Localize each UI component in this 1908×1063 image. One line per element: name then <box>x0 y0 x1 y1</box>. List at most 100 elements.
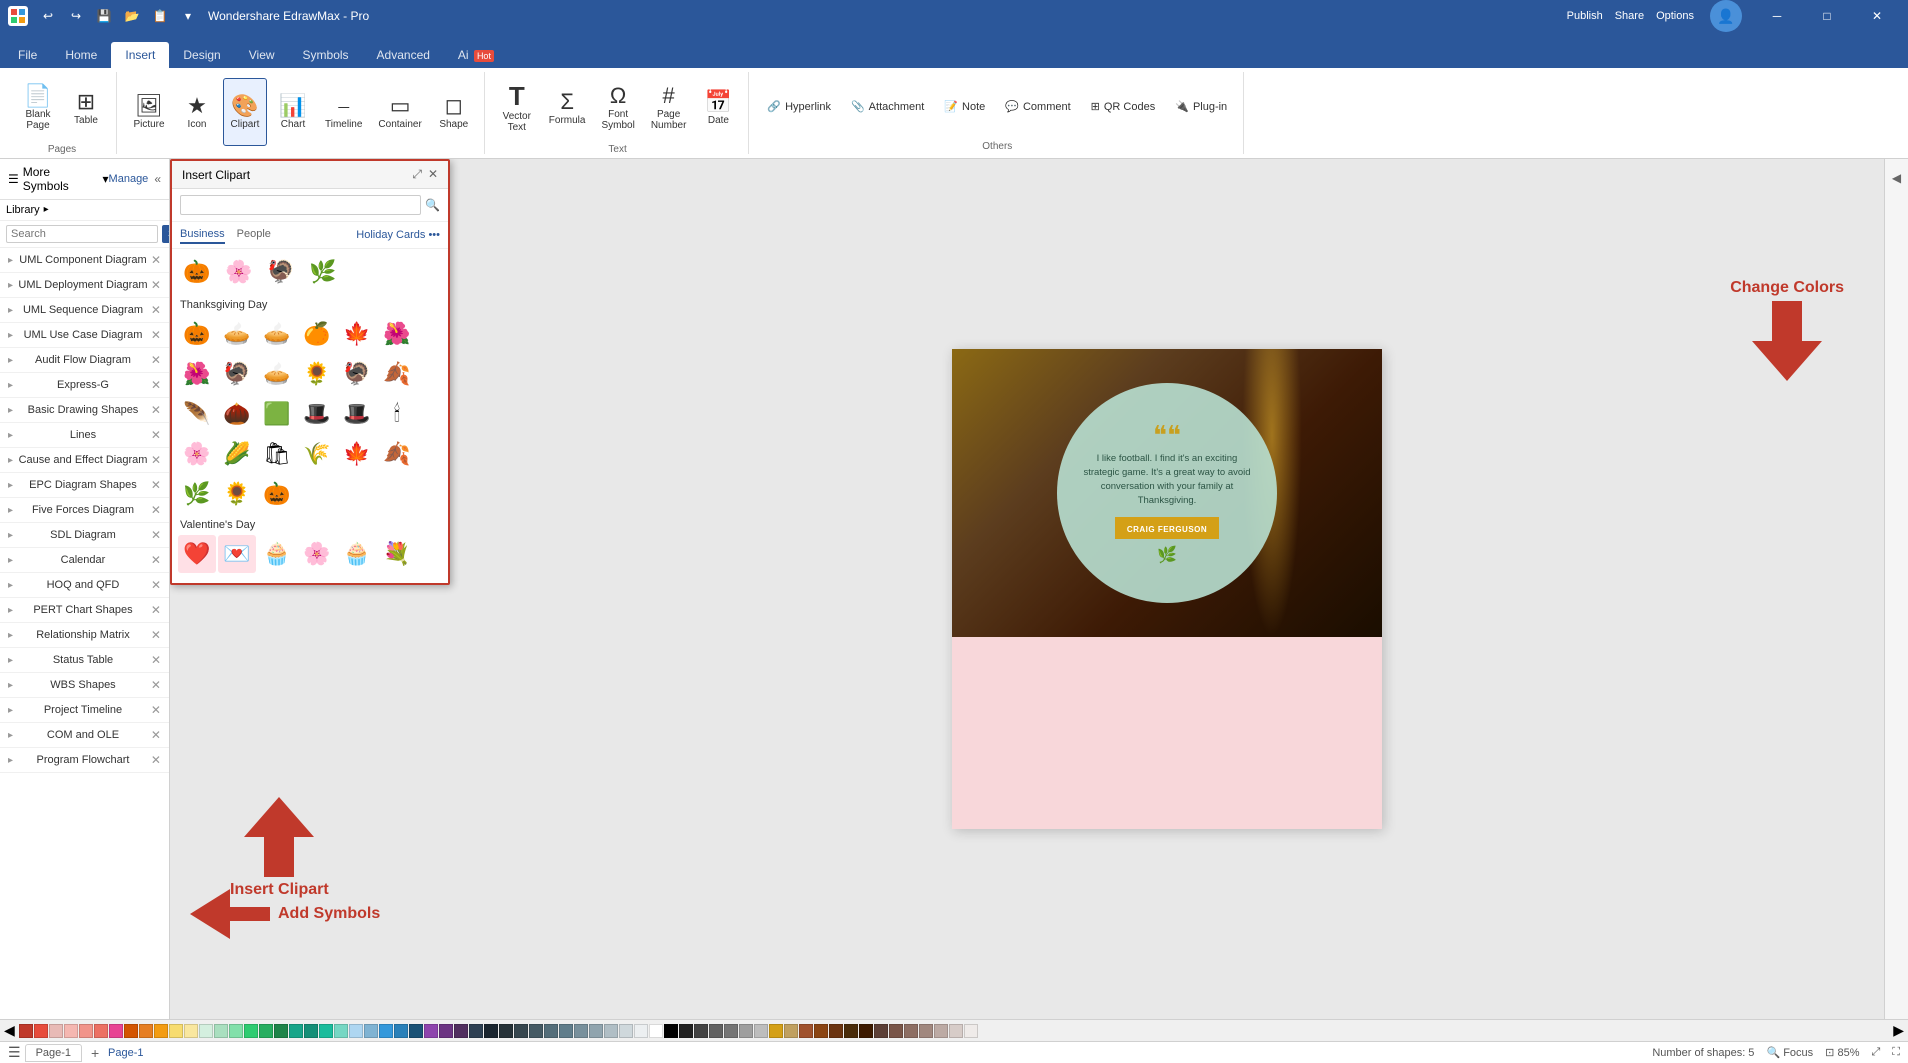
clipart-item[interactable]: 💌 <box>218 535 256 573</box>
sidebar-item-wbs-shapes[interactable]: ▸ WBS Shapes ✕ <box>0 673 169 698</box>
tab-insert[interactable]: Insert <box>111 42 169 68</box>
sidebar-item-audit-flow[interactable]: ▸ Audit Flow Diagram ✕ <box>0 348 169 373</box>
color-swatch[interactable] <box>274 1024 288 1038</box>
sidebar-item-com-ole[interactable]: ▸ COM and OLE ✕ <box>0 723 169 748</box>
color-swatch[interactable] <box>694 1024 708 1038</box>
sidebar-item-uml-deployment[interactable]: ▸ UML Deployment Diagram ✕ <box>0 273 169 298</box>
color-swatch[interactable] <box>454 1024 468 1038</box>
color-swatch[interactable] <box>514 1024 528 1038</box>
attachment-button[interactable]: 📎 Attachment <box>843 93 932 121</box>
color-swatch[interactable] <box>19 1024 33 1038</box>
color-swatch[interactable] <box>214 1024 228 1038</box>
sidebar-item-express-g[interactable]: ▸ Express-G ✕ <box>0 373 169 398</box>
color-swatch[interactable] <box>424 1024 438 1038</box>
sidebar-search-input[interactable] <box>6 225 158 243</box>
color-swatch[interactable] <box>544 1024 558 1038</box>
save-button[interactable]: 💾 <box>92 4 116 28</box>
sidebar-item-five-forces[interactable]: ▸ Five Forces Diagram ✕ <box>0 498 169 523</box>
clipart-item[interactable]: 🍂 <box>378 355 416 393</box>
color-swatch[interactable] <box>814 1024 828 1038</box>
clipart-item[interactable]: 🌺 <box>378 315 416 353</box>
color-swatch[interactable] <box>364 1024 378 1038</box>
color-swatch[interactable] <box>49 1024 63 1038</box>
color-swatch[interactable] <box>199 1024 213 1038</box>
options-button[interactable]: Options <box>1656 10 1694 22</box>
color-swatch[interactable] <box>439 1024 453 1038</box>
sidebar-item-status-table[interactable]: ▸ Status Table ✕ <box>0 648 169 673</box>
picture-button[interactable]: 🖼 Picture <box>127 78 171 146</box>
clipart-item[interactable]: 🧁 <box>258 535 296 573</box>
page-1-link[interactable]: Page-1 <box>108 1047 143 1059</box>
color-swatch[interactable] <box>859 1024 873 1038</box>
color-swatch[interactable] <box>724 1024 738 1038</box>
color-swatch[interactable] <box>259 1024 273 1038</box>
clipart-search-icon[interactable]: 🔍 <box>425 198 440 212</box>
greeting-card[interactable]: ❝❝ I like football. I find it's an excit… <box>952 349 1382 829</box>
color-swatch[interactable] <box>589 1024 603 1038</box>
clipart-panel-close-button[interactable]: ✕ <box>428 167 438 182</box>
sidebar-item-hoq-qfd[interactable]: ▸ HOQ and QFD ✕ <box>0 573 169 598</box>
formula-button[interactable]: Σ Formula <box>543 74 592 142</box>
color-swatch[interactable] <box>739 1024 753 1038</box>
clipart-item[interactable]: 🎩 <box>338 395 376 433</box>
color-swatch[interactable] <box>664 1024 678 1038</box>
clipart-item[interactable]: 🛍 <box>258 435 296 473</box>
right-panel-collapse-icon[interactable]: ◀ <box>1892 171 1901 185</box>
clipart-item[interactable]: 🥧 <box>218 315 256 353</box>
note-button[interactable]: 📝 Note <box>936 93 993 121</box>
color-swatch[interactable] <box>919 1024 933 1038</box>
color-swatch[interactable] <box>619 1024 633 1038</box>
blank-page-button[interactable]: 📄 BlankPage <box>16 74 60 142</box>
color-swatch[interactable] <box>64 1024 78 1038</box>
clipart-item[interactable]: 🍁 <box>338 435 376 473</box>
color-swatch[interactable] <box>529 1024 543 1038</box>
add-page-button[interactable]: + <box>86 1044 104 1062</box>
container-button[interactable]: ▭ Container <box>372 78 427 146</box>
clipart-item[interactable]: 🎃 <box>178 253 216 291</box>
tab-view[interactable]: View <box>235 42 289 68</box>
color-swatch[interactable] <box>154 1024 168 1038</box>
color-swatch[interactable] <box>559 1024 573 1038</box>
color-swatch[interactable] <box>499 1024 513 1038</box>
sidebar-item-relationship-matrix[interactable]: ▸ Relationship Matrix ✕ <box>0 623 169 648</box>
sidebar-item-lines[interactable]: ▸ Lines ✕ <box>0 423 169 448</box>
color-swatch[interactable] <box>109 1024 123 1038</box>
clipart-item[interactable]: 🌿 <box>304 253 342 291</box>
clipart-item[interactable]: 🎩 <box>298 395 336 433</box>
clipart-item[interactable]: 🪶 <box>178 395 216 433</box>
hyperlink-button[interactable]: 🔗 Hyperlink <box>759 93 839 121</box>
color-swatch[interactable] <box>229 1024 243 1038</box>
clipart-item[interactable]: 🌸 <box>298 535 336 573</box>
clipart-button[interactable]: 🎨 Clipart <box>223 78 267 146</box>
clipart-item[interactable]: 🌸 <box>220 253 258 291</box>
sidebar-item-calendar[interactable]: ▸ Calendar ✕ <box>0 548 169 573</box>
clipart-tab-people[interactable]: People <box>237 226 271 244</box>
undo-button[interactable]: ↩ <box>36 4 60 28</box>
color-swatch[interactable] <box>184 1024 198 1038</box>
tab-advanced[interactable]: Advanced <box>363 42 444 68</box>
sidebar-item-cause-effect[interactable]: ▸ Cause and Effect Diagram ✕ <box>0 448 169 473</box>
clipart-item[interactable]: 🌺 <box>178 355 216 393</box>
close-button[interactable]: ✕ <box>1854 0 1900 32</box>
comment-button[interactable]: 💬 Comment <box>997 93 1078 121</box>
color-swatch[interactable] <box>784 1024 798 1038</box>
clipart-search-input[interactable] <box>180 195 421 215</box>
sidebar-item-basic-drawing[interactable]: ▸ Basic Drawing Shapes ✕ <box>0 398 169 423</box>
color-swatch[interactable] <box>169 1024 183 1038</box>
sidebar-item-project-timeline[interactable]: ▸ Project Timeline ✕ <box>0 698 169 723</box>
color-swatch[interactable] <box>349 1024 363 1038</box>
color-swatch[interactable] <box>139 1024 153 1038</box>
redo-button[interactable]: ↪ <box>64 4 88 28</box>
clipart-item[interactable]: 🍂 <box>378 435 416 473</box>
sidebar-item-sdl[interactable]: ▸ SDL Diagram ✕ <box>0 523 169 548</box>
sidebar-collapse-button[interactable]: « <box>154 172 161 186</box>
clipart-item[interactable]: 🌿 <box>178 475 216 513</box>
clipart-item[interactable]: 🥧 <box>258 355 296 393</box>
color-swatch[interactable] <box>394 1024 408 1038</box>
palette-nav-left[interactable]: ◀ <box>4 1022 15 1039</box>
color-swatch[interactable] <box>964 1024 978 1038</box>
new-button[interactable]: 📋 <box>148 4 172 28</box>
tab-ai[interactable]: Ai Hot <box>444 42 508 68</box>
clipart-item[interactable]: 🌽 <box>218 435 256 473</box>
tab-home[interactable]: Home <box>51 42 111 68</box>
